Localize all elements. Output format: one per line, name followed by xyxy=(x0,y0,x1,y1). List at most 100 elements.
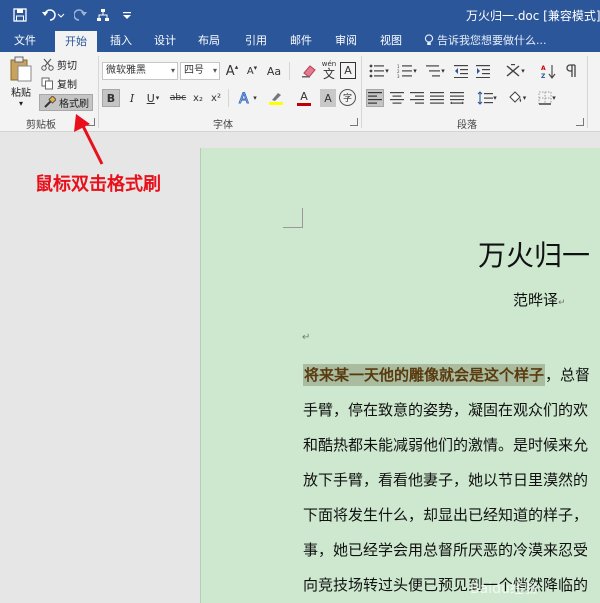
format-painter-button[interactable]: 格式刷 xyxy=(39,94,93,111)
sort-button[interactable]: AZ xyxy=(538,62,558,80)
shrink-font-button[interactable]: A ▾ xyxy=(244,62,260,80)
font-name-combo[interactable]: 微软雅黑 ▾ xyxy=(102,62,178,80)
paste-dropdown-icon[interactable]: ▾ xyxy=(19,99,23,108)
body-line[interactable]: 下面将发生什么，却显出已经知道的样子， xyxy=(303,504,588,525)
char-border-button[interactable]: A xyxy=(340,62,356,79)
superscript-glyph: x² xyxy=(211,92,221,104)
highlighted-text[interactable]: 将来某一天他的雕像就会是这个样子 xyxy=(303,364,546,386)
font-size-dropdown-icon[interactable]: ▾ xyxy=(213,63,217,79)
tab-layout[interactable]: 布局 xyxy=(190,30,228,52)
char-shading-button[interactable]: A xyxy=(320,89,336,107)
align-right-button[interactable] xyxy=(408,89,426,107)
distributed-icon xyxy=(450,92,464,104)
body-line[interactable]: 事，她已经学会用总督所厌恶的冷漠来忍受 xyxy=(303,539,588,560)
grow-font-glyph: A xyxy=(225,63,235,79)
tab-file[interactable]: 文件 xyxy=(6,30,44,52)
show-formatting-marks-button[interactable] xyxy=(562,62,580,80)
tab-review[interactable]: 审阅 xyxy=(327,30,365,52)
clear-formatting-button[interactable] xyxy=(300,62,318,80)
font-color-button[interactable]: A xyxy=(291,88,317,108)
save-icon[interactable] xyxy=(10,5,30,25)
grow-font-button[interactable]: A ▴ xyxy=(224,62,240,80)
paste-label: 粘贴 xyxy=(11,88,31,99)
separator xyxy=(228,89,229,107)
touch-mode-icon[interactable] xyxy=(94,5,112,25)
paragraph-dialog-launcher-icon[interactable] xyxy=(576,118,584,126)
strikethrough-glyph: abc xyxy=(169,93,187,103)
italic-button[interactable]: I xyxy=(124,89,140,107)
cut-label: 剪切 xyxy=(57,61,77,72)
enclose-characters-button[interactable]: 字 xyxy=(339,89,356,106)
phonetic-guide-button[interactable]: wén 文 xyxy=(320,59,338,81)
undo-icon[interactable] xyxy=(38,5,68,25)
group-separator xyxy=(361,56,362,128)
increase-indent-button[interactable] xyxy=(474,62,492,80)
change-case-button[interactable]: Aa xyxy=(264,62,284,80)
font-dialog-launcher-icon[interactable] xyxy=(350,118,358,126)
document-author[interactable]: 范晔译↵ xyxy=(513,289,566,310)
tab-home[interactable]: 开始 xyxy=(55,31,97,52)
decrease-indent-button[interactable] xyxy=(452,62,470,80)
paragraph-group-label: 段落 xyxy=(457,120,477,131)
line-spacing-dropdown-icon[interactable]: ▾ xyxy=(493,94,497,102)
body-line[interactable]: 将来某一天他的雕像就会是这个样子，总督 xyxy=(303,364,590,386)
superscript-button[interactable]: x² xyxy=(208,89,224,107)
copy-icon xyxy=(41,77,53,90)
body-line[interactable]: 和酷热都未能减弱他们的激情。是时候来允 xyxy=(303,434,588,455)
numbering-dropdown-icon[interactable]: ▾ xyxy=(413,67,417,75)
multilevel-list-button[interactable]: ▾ xyxy=(422,62,448,80)
justify-button[interactable] xyxy=(428,89,446,107)
bullets-button[interactable]: ▾ xyxy=(366,62,392,80)
bold-glyph: B xyxy=(106,91,116,105)
text-effects-dropdown-icon[interactable]: ▾ xyxy=(253,94,257,102)
shading-dropdown-icon[interactable]: ▾ xyxy=(523,94,527,102)
body-line[interactable]: 放下手臂，看看他妻子，她以节日里漠然的 xyxy=(303,469,588,490)
tell-me-search[interactable]: 告诉我您想要做什么... xyxy=(424,30,547,52)
borders-button[interactable]: ▾ xyxy=(534,89,560,107)
borders-dropdown-icon[interactable]: ▾ xyxy=(552,94,556,102)
cut-button[interactable]: 剪切 xyxy=(41,57,77,72)
distributed-button[interactable] xyxy=(448,89,466,107)
document-title[interactable]: 万火归一 xyxy=(478,234,590,274)
body-line[interactable]: 手臂，停在致意的姿势，凝固在观众们的欢 xyxy=(303,399,588,420)
font-size-combo[interactable]: 四号 ▾ xyxy=(180,62,220,80)
asian-layout-button[interactable]: ▾ xyxy=(502,62,528,80)
wen-char-icon: 文 xyxy=(322,66,335,81)
font-name-dropdown-icon[interactable]: ▾ xyxy=(171,63,175,79)
shrink-font-icon: ▾ xyxy=(253,64,258,72)
sort-icon: AZ xyxy=(541,64,555,79)
tab-mailings[interactable]: 邮件 xyxy=(282,30,320,52)
align-left-button[interactable] xyxy=(366,89,384,107)
author-text: 范晔译 xyxy=(513,291,559,309)
tab-view[interactable]: 视图 xyxy=(372,30,410,52)
highlight-color-button[interactable] xyxy=(263,88,289,108)
bullets-dropdown-icon[interactable]: ▾ xyxy=(385,67,389,75)
multilevel-dropdown-icon[interactable]: ▾ xyxy=(441,67,445,75)
tab-design[interactable]: 设计 xyxy=(146,30,184,52)
align-center-button[interactable] xyxy=(388,89,406,107)
redo-icon[interactable] xyxy=(72,5,90,25)
underline-button[interactable]: U ▾ xyxy=(142,89,164,107)
enclose-glyph: 字 xyxy=(342,94,352,104)
text-effects-button[interactable]: A ▾ xyxy=(233,88,261,108)
numbering-button[interactable]: 1 2 3 ▾ xyxy=(394,62,420,80)
tab-references[interactable]: 引用 xyxy=(237,30,275,52)
subscript-button[interactable]: x₂ xyxy=(190,89,206,107)
shading-button[interactable]: ▾ xyxy=(504,89,530,107)
author-para-mark: ↵ xyxy=(558,298,566,308)
font-name-value: 微软雅黑 xyxy=(106,65,146,76)
tab-insert[interactable]: 插入 xyxy=(102,30,140,52)
body-line[interactable]: 向竞技场转过头便已预见到一个悄然降临的 xyxy=(303,574,588,595)
line-spacing-icon xyxy=(477,91,494,105)
asian-layout-dropdown-icon[interactable]: ▾ xyxy=(521,67,525,75)
copy-label: 复制 xyxy=(57,80,77,91)
customize-icon[interactable] xyxy=(120,5,134,25)
bold-button[interactable]: B xyxy=(102,89,120,107)
copy-button[interactable]: 复制 xyxy=(41,76,77,91)
align-center-icon xyxy=(390,92,404,104)
underline-dropdown-icon[interactable]: ▾ xyxy=(156,94,160,102)
paste-button[interactable]: 粘贴 ▾ xyxy=(6,56,36,108)
line-spacing-button[interactable]: ▾ xyxy=(474,89,500,107)
strikethrough-button[interactable]: abc xyxy=(168,89,188,107)
svg-text:A: A xyxy=(541,65,546,72)
